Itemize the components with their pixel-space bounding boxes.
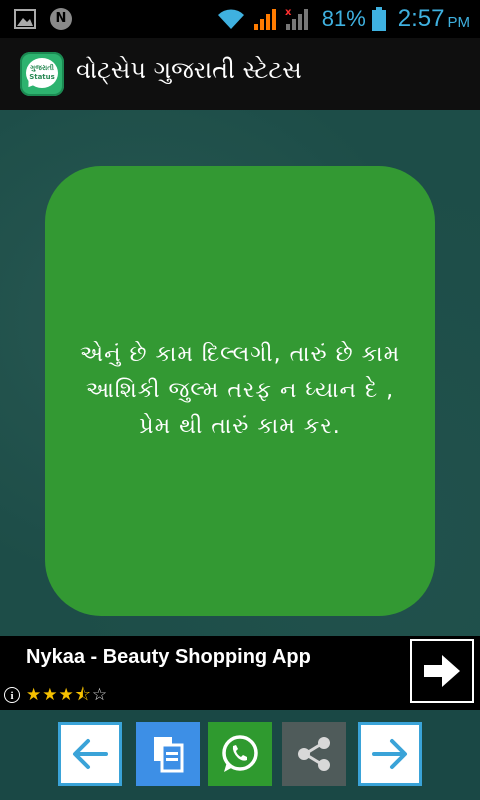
right-arrow-icon [424,655,460,687]
quote-card: એનું છે કામ દિલ્લગી, તારું છે કામ આશિકી … [45,166,435,616]
share-button[interactable] [282,722,346,786]
next-button[interactable] [358,722,422,786]
quote-text: એનું છે કામ દિલ્લગી, તારું છે કામ આશિકી … [79,342,401,439]
notification-n-icon: N [50,8,72,30]
app-logo-text-line2: Status [29,73,55,81]
share-icon [298,737,330,771]
ad-info-icon[interactable]: i [4,687,20,703]
status-bar: N x 81% 2:57 PM [0,0,480,38]
clock-ampm: PM [447,13,471,31]
ad-banner[interactable]: Nykaa - Beauty Shopping App i ★★★⯪☆ [0,636,480,710]
copy-button[interactable] [136,722,200,786]
ad-star-empty: ☆ [91,685,109,705]
app-logo-icon[interactable]: ગુજરાતી Status [20,52,64,96]
gallery-icon [14,9,36,29]
battery-icon [371,7,386,31]
wifi-icon [217,9,244,29]
app-bar: ગુજરાતી Status વોટ્સેપ ગુજરાતી સ્ટેટસ [0,38,480,110]
bottom-toolbar [0,710,480,800]
ad-star-half: ⯪ [74,685,92,705]
signal-icon [253,9,276,30]
clock-time: 2:57 [397,5,445,32]
battery-percent: 81% [321,6,366,31]
ad-open-button[interactable] [410,639,474,703]
prev-arrow-icon [73,739,108,769]
signal-no-service-icon: x [285,7,308,30]
ad-stars-filled: ★★★ [26,685,75,705]
ad-title[interactable]: Nykaa - Beauty Shopping App [26,646,311,669]
whatsapp-icon [222,735,258,772]
svg-text:x: x [285,7,292,18]
app-logo-text-line1: ગુજરાતી [30,64,54,72]
next-arrow-icon [372,739,407,769]
content-area: એનું છે કામ દિલ્લગી, તારું છે કામ આશિકી … [0,110,480,636]
whatsapp-share-button[interactable] [208,722,272,786]
previous-button[interactable] [58,722,122,786]
app-title: વોટ્સેપ ગુજરાતી સ્ટેટસ [76,56,302,84]
copy-icon [154,737,184,773]
ad-rating-stars: ★★★⯪☆ [26,682,108,711]
